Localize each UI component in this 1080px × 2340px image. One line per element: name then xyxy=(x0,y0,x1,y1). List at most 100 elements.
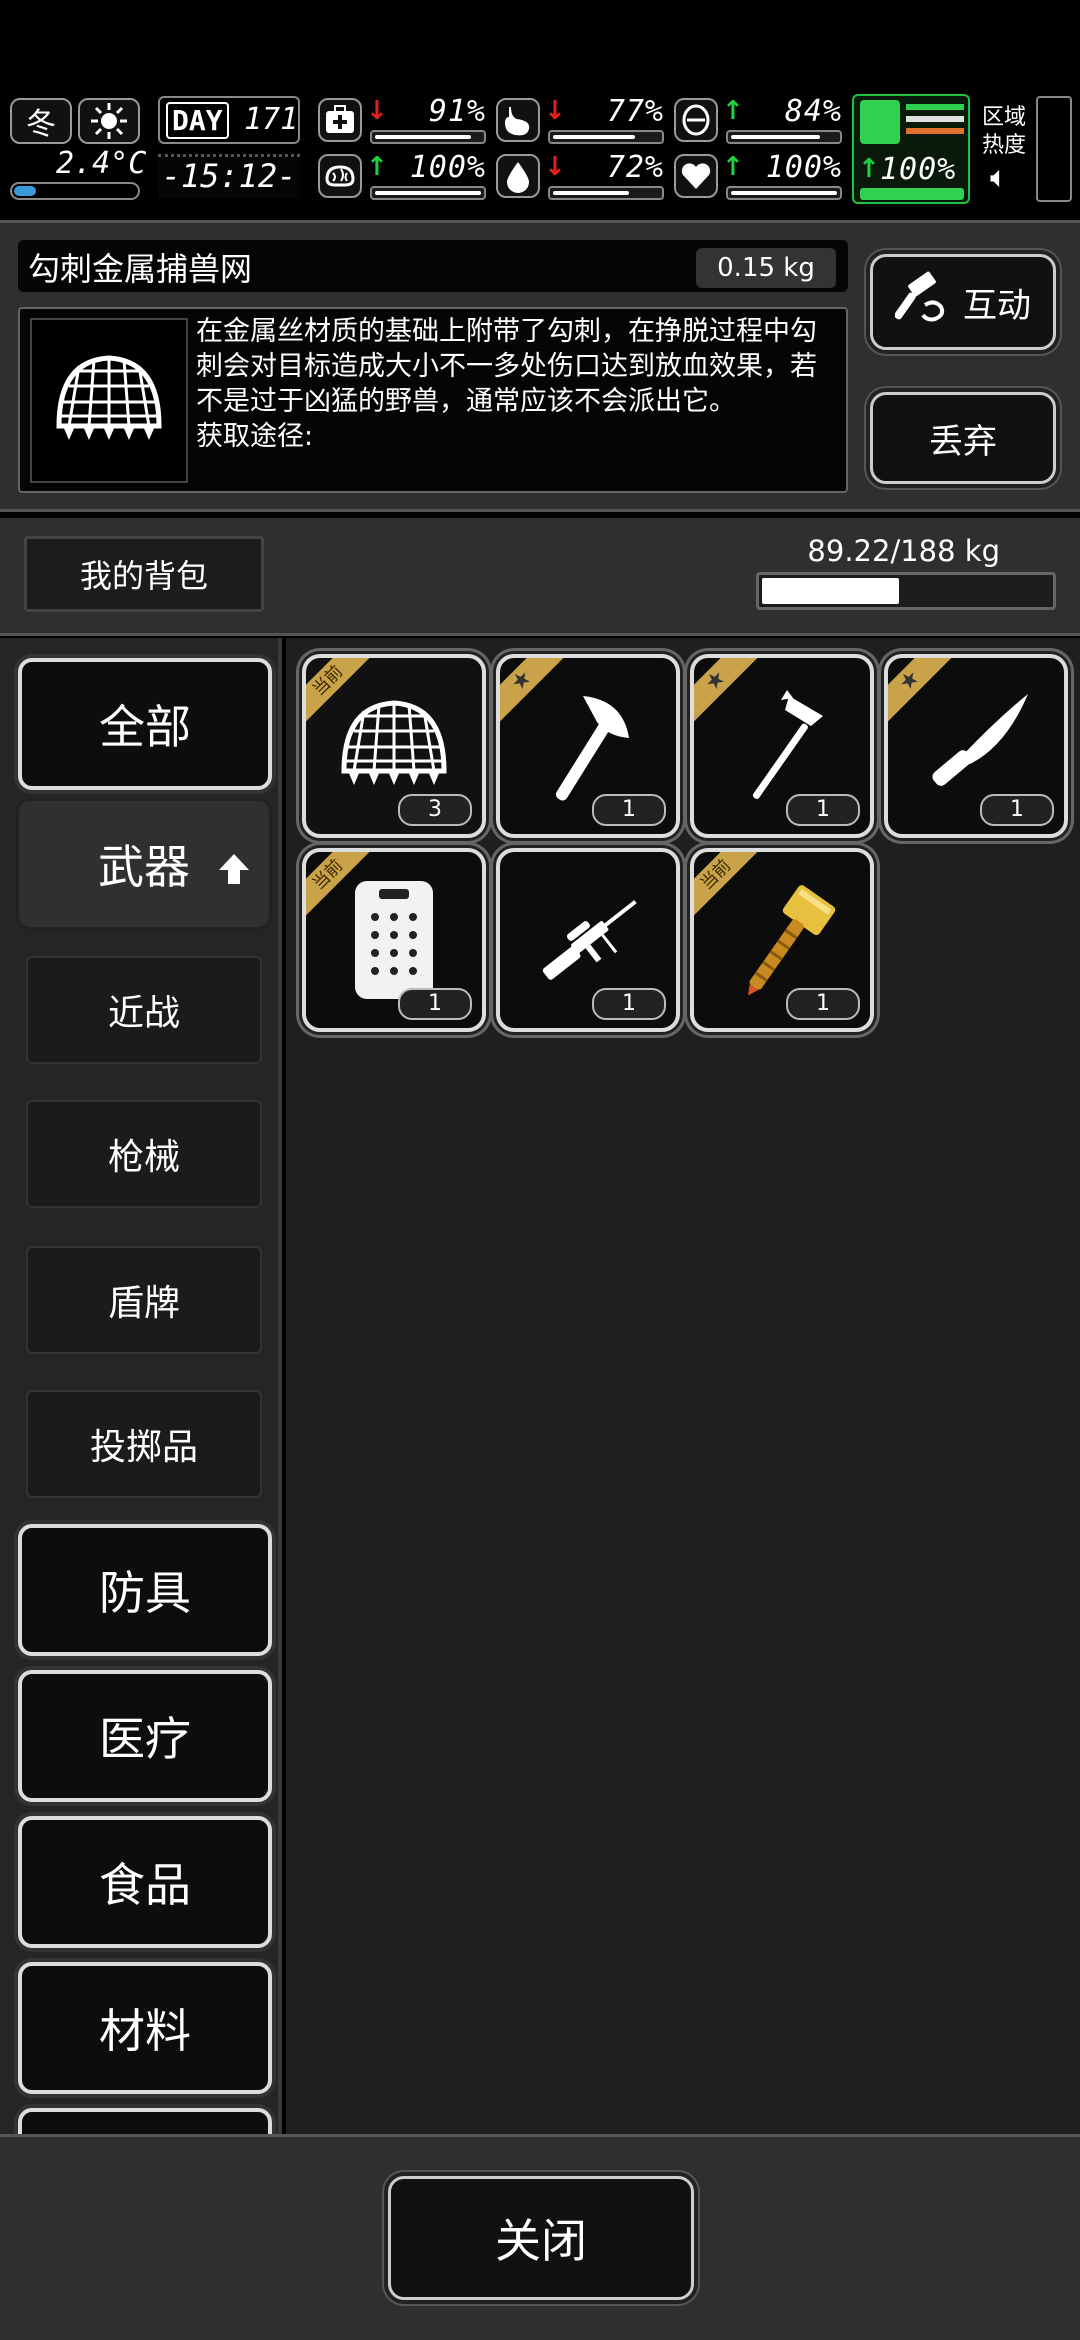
stat-water-drop: ↓ 72% xyxy=(496,150,668,202)
stamina-bar xyxy=(860,188,964,200)
equipped-badge: 当前 xyxy=(306,658,370,722)
stamina-block: ↑ 100% xyxy=(852,94,970,204)
item-name: 勾刺金属捕兽网 xyxy=(28,250,253,288)
heart-icon xyxy=(674,154,718,198)
season-text: 冬 xyxy=(26,107,56,142)
stat-value: 72% xyxy=(606,150,664,185)
stat-value: 91% xyxy=(428,94,486,129)
stat-bar xyxy=(548,130,664,144)
backpack-capacity-fill xyxy=(762,578,899,604)
subcategory-firearms[interactable]: 枪械 xyxy=(26,1100,262,1208)
stat-value: 77% xyxy=(606,94,664,129)
category-all[interactable]: 全部 xyxy=(18,658,272,790)
trend-up-icon: ↑ xyxy=(722,96,744,126)
item-slot-riot-shield[interactable]: 当前 1 xyxy=(302,848,486,1032)
stamina-icon xyxy=(674,98,718,142)
sun-icon xyxy=(78,98,140,144)
item-slot-axe[interactable]: ★ 1 xyxy=(496,654,680,838)
subcategory-label: 近战 xyxy=(107,993,180,1034)
stat-bar-fill xyxy=(553,135,635,139)
item-count: 1 xyxy=(592,794,666,826)
water-drop-icon xyxy=(496,154,540,198)
area-heat-label: 区域热度 xyxy=(982,105,1027,158)
stats-row: ↑ 100% ↓ 72% ↑ 100% xyxy=(318,150,848,202)
stat-value: 100% xyxy=(765,150,842,185)
item-slot-hammer[interactable]: 当前 1 xyxy=(690,848,874,1032)
item-count: 1 xyxy=(786,988,860,1020)
category-medical[interactable]: 医疗 xyxy=(18,1670,272,1802)
stat-medkit: ↓ 91% xyxy=(318,94,490,146)
drop-button[interactable]: 丢弃 xyxy=(870,392,1056,484)
favorite-badge: ★ xyxy=(888,658,952,722)
stat-heart: ↑ 100% xyxy=(674,150,846,202)
stat-stomach: ↓ 77% xyxy=(496,94,668,146)
trend-down-icon: ↓ xyxy=(366,96,388,126)
stat-bar xyxy=(726,186,842,200)
sniper-rifle-icon xyxy=(542,900,637,980)
stat-brain: ↑ 100% xyxy=(318,150,490,202)
collapse-arrow-icon xyxy=(217,843,251,897)
subcategory-shields[interactable]: 盾牌 xyxy=(26,1246,262,1354)
category-sidebar: 全部 武器 近战 枪械 盾牌 投掷品 防具 医疗 食品 材料 xyxy=(0,638,282,2134)
item-slot-pickaxe[interactable]: ★ 1 xyxy=(690,654,874,838)
subcategory-throwables[interactable]: 投掷品 xyxy=(26,1390,262,1498)
category-weapons[interactable]: 武器 xyxy=(16,798,272,930)
stamina-value: 100% xyxy=(880,152,957,187)
stat-bar xyxy=(726,130,842,144)
hammer-hand-icon xyxy=(894,271,949,334)
close-label: 关闭 xyxy=(495,2214,587,2268)
stomach-icon xyxy=(496,98,540,142)
category-food-label: 食品 xyxy=(99,1858,191,1912)
stat-bar-fill xyxy=(731,135,820,139)
stat-bar-fill xyxy=(375,135,471,139)
item-count: 3 xyxy=(398,794,472,826)
item-slot-knife[interactable]: ★ 1 xyxy=(884,654,1068,838)
close-button[interactable]: 关闭 xyxy=(388,2176,694,2300)
category-more[interactable] xyxy=(18,2108,272,2134)
trend-down-icon: ↓ xyxy=(544,96,566,126)
thermometer-icon xyxy=(10,182,140,200)
item-slot-sniper-rifle[interactable]: 1 xyxy=(496,848,680,1032)
category-materials-label: 材料 xyxy=(99,2004,191,2058)
trend-down-icon: ↓ xyxy=(544,152,566,182)
item-count: 1 xyxy=(592,988,666,1020)
source-label: 获取途径: xyxy=(196,421,314,452)
status-bar: 冬 2.4°C DAY 171 -15:12- ↓ 91% ↓ 77% ↑ 84% ↑ 10… xyxy=(0,90,1080,210)
temperature-value: 2.4°C xyxy=(56,146,147,181)
time-value: -15:12- xyxy=(158,154,300,198)
item-count: 1 xyxy=(980,794,1054,826)
season-badge: 冬 xyxy=(10,98,72,144)
favorite-badge: ★ xyxy=(694,658,758,722)
stat-bar-fill xyxy=(553,191,629,195)
backpack-weight: 89.22/188 kg xyxy=(807,534,1000,568)
item-slot-net[interactable]: 当前 3 xyxy=(302,654,486,838)
stat-bar xyxy=(548,186,664,200)
category-materials[interactable]: 材料 xyxy=(18,1962,272,2094)
stat-stamina: ↑ 84% xyxy=(674,94,846,146)
favorite-badge: ★ xyxy=(500,658,564,722)
category-all-label: 全部 xyxy=(99,700,191,754)
stat-bar xyxy=(370,186,486,200)
item-grid: 当前 3 ★ 1 ★ 1 ★ 1 当前 1 1 当前 1 xyxy=(286,638,1080,2134)
speaker-icon[interactable]: 🔈︎ xyxy=(990,160,1008,195)
category-armor-label: 防具 xyxy=(99,1566,191,1620)
category-armor[interactable]: 防具 xyxy=(18,1524,272,1656)
stat-bar-fill xyxy=(375,191,481,195)
subcategory-label: 盾牌 xyxy=(107,1283,180,1324)
subcategory-melee[interactable]: 近战 xyxy=(26,956,262,1064)
subcategory-label: 投掷品 xyxy=(89,1427,198,1468)
interact-button[interactable]: 互动 xyxy=(870,254,1056,350)
equipped-badge: 当前 xyxy=(306,852,370,916)
brain-icon xyxy=(318,154,362,198)
category-food[interactable]: 食品 xyxy=(18,1816,272,1948)
trend-up-icon: ↑ xyxy=(366,152,388,182)
equipped-badge: 当前 xyxy=(694,852,758,916)
stamina-stripes-icon xyxy=(906,104,964,140)
item-count: 1 xyxy=(398,988,472,1020)
subcategory-label: 枪械 xyxy=(107,1137,180,1178)
item-weight: 0.15 kg xyxy=(696,248,836,288)
trend-up-icon: ↑ xyxy=(858,154,880,184)
medkit-icon xyxy=(318,98,362,142)
item-count: 1 xyxy=(786,794,860,826)
description-text: 在金属丝材质的基础上附带了勾刺，在挣脱过程中勾刺会对目标造成大小不一多处伤口达到… xyxy=(196,316,817,417)
